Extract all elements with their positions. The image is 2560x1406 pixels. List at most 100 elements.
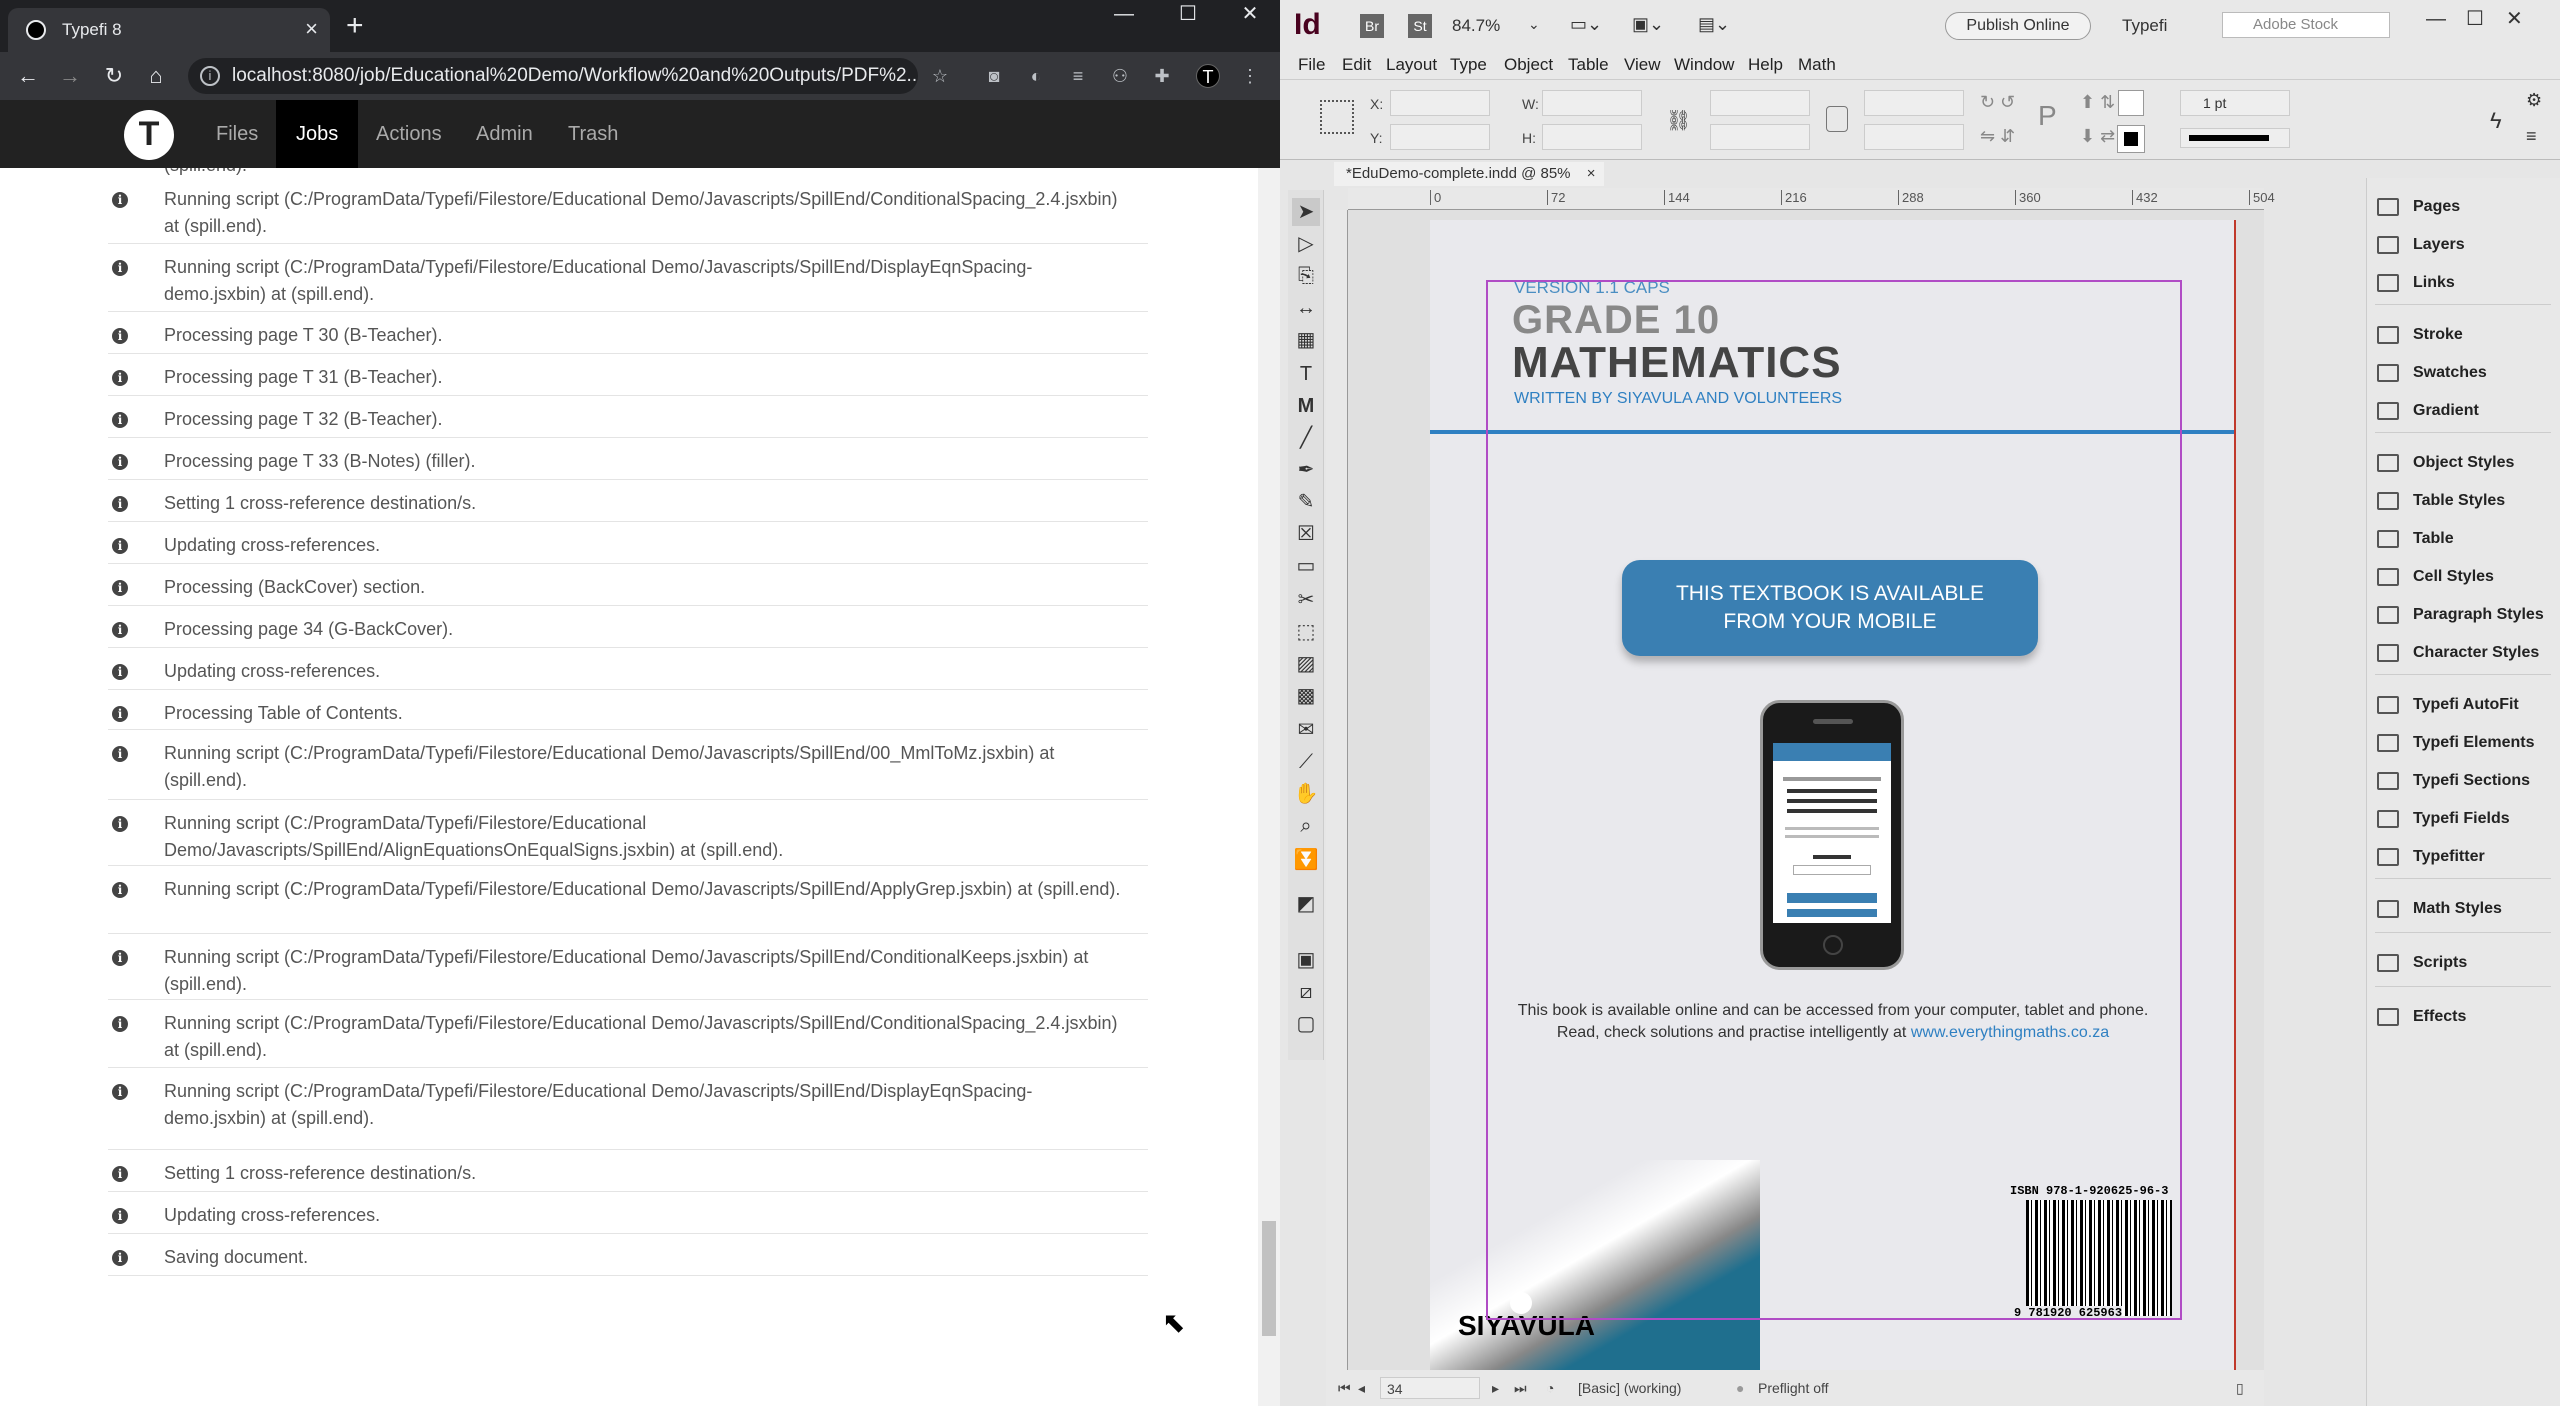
- nav-admin[interactable]: Admin: [456, 100, 553, 168]
- extension-circle-icon[interactable]: ◐: [1024, 64, 1048, 88]
- constrain-scale-icon[interactable]: [1826, 106, 1848, 132]
- reload-icon[interactable]: ↻: [98, 60, 130, 92]
- new-tab-button[interactable]: +: [346, 8, 364, 44]
- rotation-field[interactable]: [1864, 90, 1964, 116]
- tab-close-icon[interactable]: ×: [305, 16, 318, 42]
- id-minimize-button[interactable]: —: [2426, 8, 2446, 31]
- nav-jobs[interactable]: Jobs: [276, 100, 359, 168]
- panel-typefitter[interactable]: Typefitter: [2377, 842, 2485, 872]
- panel-object-styles[interactable]: Object Styles: [2377, 448, 2514, 478]
- eyedropper-tool-icon[interactable]: ⟋: [1292, 748, 1320, 776]
- bookmark-star-icon[interactable]: ☆: [928, 64, 952, 88]
- y-field[interactable]: [1390, 124, 1490, 150]
- chevron-down-icon[interactable]: ⌄: [1528, 16, 1540, 33]
- view-options-icon[interactable]: ▭⌄: [1570, 14, 1602, 35]
- nav-files[interactable]: Files: [196, 100, 278, 168]
- menu-file[interactable]: File: [1298, 55, 1325, 75]
- bridge-button[interactable]: Br: [1360, 14, 1384, 38]
- panel-typefi-sections[interactable]: Typefi Sections: [2377, 766, 2530, 796]
- panel-paragraph-styles[interactable]: Paragraph Styles: [2377, 600, 2544, 630]
- shear-field[interactable]: [1864, 124, 1964, 150]
- publish-online-button[interactable]: Publish Online: [1945, 12, 2091, 40]
- panel-gradient[interactable]: Gradient: [2377, 396, 2479, 426]
- back-icon[interactable]: ←: [12, 60, 44, 92]
- free-transform-tool-icon[interactable]: ⬚: [1292, 618, 1320, 646]
- profile-avatar[interactable]: T: [1196, 64, 1220, 88]
- fill-swatch-icon[interactable]: [2118, 90, 2144, 116]
- content-collector-icon[interactable]: ▦: [1292, 326, 1320, 354]
- next-page-icon[interactable]: ▸: [1492, 1370, 1499, 1406]
- panel-typefi-elements[interactable]: Typefi Elements: [2377, 728, 2535, 758]
- typefi-tool-icon[interactable]: ⏬: [1292, 846, 1320, 874]
- select-container-icon[interactable]: ⬆ ⇅: [2080, 92, 2115, 113]
- scissors-tool-icon[interactable]: ✂: [1292, 586, 1320, 614]
- type-tool-icon[interactable]: T: [1292, 360, 1320, 388]
- stroke-type-dropdown[interactable]: [2180, 128, 2290, 148]
- panel-table[interactable]: Table: [2377, 524, 2454, 554]
- menu-layout[interactable]: Layout: [1386, 55, 1437, 75]
- panel-stroke[interactable]: Stroke: [2377, 320, 2463, 350]
- last-page-icon[interactable]: ⏭: [1514, 1370, 1527, 1406]
- site-info-icon[interactable]: i: [200, 66, 220, 86]
- panel-swatches[interactable]: Swatches: [2377, 358, 2487, 388]
- close-window-button[interactable]: ✕: [1220, 0, 1280, 32]
- id-maximize-button[interactable]: ☐: [2466, 6, 2484, 31]
- hand-tool-icon[interactable]: ✋: [1292, 780, 1320, 808]
- adobe-stock-search[interactable]: Adobe Stock: [2222, 12, 2390, 38]
- panel-math-styles[interactable]: Math Styles: [2377, 894, 2502, 924]
- panel-scripts[interactable]: Scripts: [2377, 948, 2467, 978]
- panel-typefi-autofit[interactable]: Typefi AutoFit: [2377, 690, 2519, 720]
- pen-tool-icon[interactable]: ✒: [1292, 456, 1320, 484]
- zoom-level[interactable]: 84.7%: [1452, 16, 1500, 36]
- menu-math[interactable]: Math: [1798, 55, 1836, 75]
- panel-cell-styles[interactable]: Cell Styles: [2377, 562, 2494, 592]
- math-tool-icon[interactable]: M: [1292, 392, 1320, 420]
- menu-table[interactable]: Table: [1568, 55, 1609, 75]
- menu-edit[interactable]: Edit: [1342, 55, 1371, 75]
- home-icon[interactable]: ⌂: [140, 60, 172, 92]
- style-status[interactable]: [Basic] (working): [1578, 1370, 1681, 1406]
- open-page-icon[interactable]: ◔: [1546, 1370, 1554, 1406]
- note-tool-icon[interactable]: ✉: [1292, 716, 1320, 744]
- rectangle-tool-icon[interactable]: ▭: [1292, 552, 1320, 580]
- stroke-weight-field[interactable]: 1 pt: [2180, 90, 2290, 116]
- screen-mode-tool-icon[interactable]: ▢: [1292, 1010, 1320, 1038]
- menu-window[interactable]: Window: [1674, 55, 1734, 75]
- nav-actions[interactable]: Actions: [356, 100, 462, 168]
- panel-effects[interactable]: Effects: [2377, 1002, 2466, 1032]
- typefi-logo[interactable]: T: [124, 110, 174, 160]
- stroke-swatch-icon[interactable]: [2117, 125, 2145, 153]
- address-bar[interactable]: i localhost:8080/job/Educational%20Demo/…: [188, 58, 918, 94]
- menu-type[interactable]: Type: [1450, 55, 1487, 75]
- workspace-switcher[interactable]: Typefi: [2122, 16, 2167, 36]
- panel-pages[interactable]: Pages: [2377, 192, 2460, 222]
- scale-x-field[interactable]: [1710, 90, 1810, 116]
- formatting-container-icon[interactable]: ▣: [1292, 946, 1320, 974]
- settings-gear-icon[interactable]: ⚙: [2526, 90, 2542, 111]
- select-content-icon[interactable]: ⬇ ⇄: [2080, 126, 2115, 147]
- screen-mode-icon[interactable]: ▣⌄: [1632, 14, 1664, 35]
- preflight-status[interactable]: Preflight off: [1758, 1370, 1829, 1406]
- id-close-button[interactable]: ✕: [2506, 6, 2523, 31]
- menu-object[interactable]: Object: [1504, 55, 1553, 75]
- line-tool-icon[interactable]: ╱: [1292, 424, 1320, 452]
- panel-links[interactable]: Links: [2377, 268, 2455, 298]
- selection-tool-icon[interactable]: ➤: [1292, 198, 1320, 226]
- menu-help[interactable]: Help: [1748, 55, 1783, 75]
- rotate-icon[interactable]: ↻ ↺: [1980, 92, 2015, 113]
- rectangle-frame-tool-icon[interactable]: ☒: [1292, 520, 1320, 548]
- stock-button[interactable]: St: [1408, 14, 1432, 38]
- camera-icon[interactable]: ◙: [982, 64, 1006, 88]
- page-tool-icon[interactable]: ⎘: [1292, 262, 1320, 290]
- constrain-proportions-icon[interactable]: ⛓: [1666, 108, 1691, 133]
- extension-people-icon[interactable]: ⚇: [1108, 64, 1132, 88]
- gradient-feather-tool-icon[interactable]: ▩: [1292, 682, 1320, 710]
- puzzle-extensions-icon[interactable]: ✚: [1150, 64, 1174, 88]
- document-close-icon[interactable]: ×: [1587, 165, 1596, 182]
- panel-layers[interactable]: Layers: [2377, 230, 2465, 260]
- panel-table-styles[interactable]: Table Styles: [2377, 486, 2505, 516]
- reference-point-icon[interactable]: [1320, 100, 1354, 134]
- height-field[interactable]: [1542, 124, 1642, 150]
- page-number-field[interactable]: 34: [1380, 1377, 1480, 1399]
- maximize-button[interactable]: ☐: [1158, 0, 1218, 32]
